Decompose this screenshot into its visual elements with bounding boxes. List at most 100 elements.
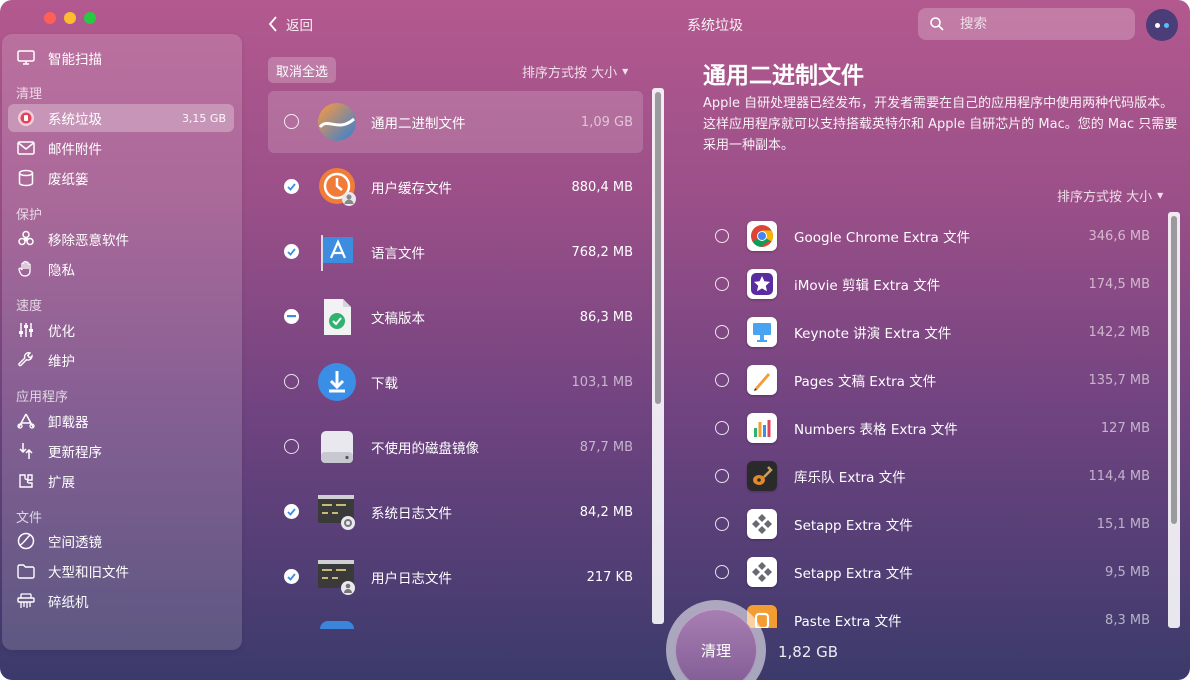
biohazard-icon: [17, 230, 35, 248]
checkbox-checked[interactable]: [284, 244, 299, 259]
list-item[interactable]: 用户日志文件 217 KB: [268, 546, 643, 608]
envelope-icon: [17, 139, 35, 157]
list-item[interactable]: Keynote 讲演 Extra 文件 142,2 MB: [700, 308, 1166, 356]
checkbox-unchecked[interactable]: [715, 565, 729, 579]
list-item-size: 15,1 MB: [1096, 516, 1150, 532]
list-item[interactable]: 下载 103,1 MB: [268, 351, 643, 413]
universal-binary-icon: [316, 101, 358, 143]
list-item[interactable]: 语言文件 768,2 MB: [268, 221, 643, 283]
checkbox-unchecked[interactable]: [715, 373, 729, 387]
language-files-icon: [316, 231, 358, 273]
list-item-size: 114,4 MB: [1088, 468, 1150, 484]
sidebar-item-shredder[interactable]: 碎纸机: [8, 587, 234, 615]
back-button[interactable]: 返回: [268, 14, 313, 34]
checkbox-checked[interactable]: [284, 569, 299, 584]
list-item-size: 217 KB: [586, 569, 633, 585]
minimize-window-button[interactable]: [64, 12, 76, 24]
list-scrollbar[interactable]: [652, 88, 664, 624]
sidebar-item-system-junk[interactable]: 系统垃圾 3,15 GB: [8, 104, 234, 132]
app-window: 智能扫描 清理 系统垃圾 3,15 GB 邮件附件 废纸篓 保护 移除恶意软件 …: [0, 0, 1190, 680]
sidebar-item-label: 卸载器: [48, 415, 89, 431]
sort-label: 排序方式按 大小: [1057, 190, 1153, 205]
checkbox-unchecked[interactable]: [715, 469, 729, 483]
scrollbar-thumb[interactable]: [655, 92, 661, 404]
detail-sort-control[interactable]: 排序方式按 大小 ▼: [1057, 186, 1163, 205]
detail-scrollbar[interactable]: [1168, 212, 1180, 628]
list-item[interactable]: 系统日志文件 84,2 MB: [268, 481, 643, 543]
download-icon: [316, 361, 358, 403]
sidebar-item-optimization[interactable]: 优化: [8, 316, 234, 344]
list-item[interactable]: 通用二进制文件 1,09 GB: [268, 91, 643, 153]
list-item[interactable]: Setapp Extra 文件 15,1 MB: [700, 500, 1166, 548]
scrollbar-thumb[interactable]: [1171, 216, 1177, 524]
checkbox-unchecked[interactable]: [284, 439, 299, 454]
disk-image-icon: [316, 426, 358, 468]
sidebar-section-files: 文件: [16, 511, 43, 526]
sidebar-item-label: 废纸篓: [48, 172, 89, 188]
sidebar-item-updater[interactable]: 更新程序: [8, 437, 234, 465]
list-item-size: 880,4 MB: [571, 179, 633, 195]
sidebar-section-cleanup: 清理: [16, 87, 43, 102]
sidebar-item-mail-attachments[interactable]: 邮件附件: [8, 134, 234, 162]
list-sort-control[interactable]: 排序方式按 大小 ▼: [522, 62, 628, 81]
sidebar-item-space-lens[interactable]: 空间透镜: [8, 527, 234, 555]
list-item-size: 174,5 MB: [1088, 276, 1150, 292]
search-field[interactable]: [918, 8, 1135, 40]
checkbox-unchecked[interactable]: [284, 374, 299, 389]
sidebar-item-smart-scan[interactable]: 智能扫描: [8, 44, 234, 72]
sidebar-item-malware-removal[interactable]: 移除恶意软件: [8, 225, 234, 253]
search-input[interactable]: [958, 15, 1122, 33]
checkbox-unchecked[interactable]: [715, 517, 729, 531]
sliders-icon: [17, 321, 35, 339]
checkbox-checked[interactable]: [284, 179, 299, 194]
list-item-name: 语言文件: [371, 246, 425, 262]
list-item-size: 84,2 MB: [579, 504, 633, 520]
monitor-icon: [17, 49, 35, 67]
sidebar-item-label: 维护: [48, 354, 75, 370]
list-item[interactable]: 用户缓存文件 880,4 MB: [268, 156, 643, 218]
list-item[interactable]: Paste Extra 文件 8,3 MB: [700, 596, 1166, 628]
list-item-size: 142,2 MB: [1088, 324, 1150, 340]
sidebar-item-label: 智能扫描: [48, 52, 102, 68]
zoom-window-button[interactable]: [84, 12, 96, 24]
checkbox-unchecked[interactable]: [284, 114, 299, 129]
sidebar-item-label: 碎纸机: [48, 595, 89, 611]
sidebar-section-protection: 保护: [16, 208, 43, 223]
list-item[interactable]: Setapp Extra 文件 9,5 MB: [700, 548, 1166, 596]
list-item[interactable]: Pages 文稿 Extra 文件 135,7 MB: [700, 356, 1166, 404]
list-item[interactable]: Google Chrome Extra 文件 346,6 MB: [700, 212, 1166, 260]
window-controls: [44, 12, 96, 24]
sidebar-item-trash[interactable]: 废纸篓: [8, 164, 234, 192]
list-item[interactable]: Numbers 表格 Extra 文件 127 MB: [700, 404, 1166, 452]
checkbox-unchecked[interactable]: [715, 229, 729, 243]
back-label: 返回: [286, 18, 313, 34]
sidebar-item-uninstaller[interactable]: 卸载器: [8, 407, 234, 435]
list-item[interactable]: 不使用的磁盘镜像 87,7 MB: [268, 416, 643, 478]
sidebar-item-maintenance[interactable]: 维护: [8, 346, 234, 374]
chrome-icon: [747, 221, 777, 251]
list-item-name: Pages 文稿 Extra 文件: [794, 374, 937, 390]
sidebar-item-privacy[interactable]: 隐私: [8, 255, 234, 283]
checkbox-unchecked[interactable]: [715, 277, 729, 291]
trash-can-icon: [17, 109, 35, 127]
list-item[interactable]: 库乐队 Extra 文件 114,4 MB: [700, 452, 1166, 500]
sidebar-item-extensions[interactable]: 扩展: [8, 467, 234, 495]
list-item-name: Google Chrome Extra 文件: [794, 230, 971, 246]
sidebar-item-large-old-files[interactable]: 大型和旧文件: [8, 557, 234, 585]
list-item-size: 135,7 MB: [1088, 372, 1150, 388]
list-item-size: 9,5 MB: [1105, 564, 1150, 580]
checkmark-icon: [287, 572, 296, 581]
list-item[interactable]: 文稿版本 86,3 MB: [268, 286, 643, 348]
close-window-button[interactable]: [44, 12, 56, 24]
sidebar-section-speed: 速度: [16, 299, 43, 314]
setapp-icon: [747, 509, 777, 539]
list-item-size: 1,09 GB: [580, 114, 633, 130]
checkbox-checked[interactable]: [284, 504, 299, 519]
deselect-all-button[interactable]: 取消全选: [268, 57, 336, 83]
list-item-name: Setapp Extra 文件: [794, 566, 913, 582]
checkbox-unchecked[interactable]: [715, 325, 729, 339]
list-item[interactable]: iMovie 剪辑 Extra 文件 174,5 MB: [700, 260, 1166, 308]
checkbox-unchecked[interactable]: [715, 421, 729, 435]
checkbox-partial[interactable]: [284, 309, 299, 324]
assistant-button[interactable]: [1146, 9, 1178, 41]
